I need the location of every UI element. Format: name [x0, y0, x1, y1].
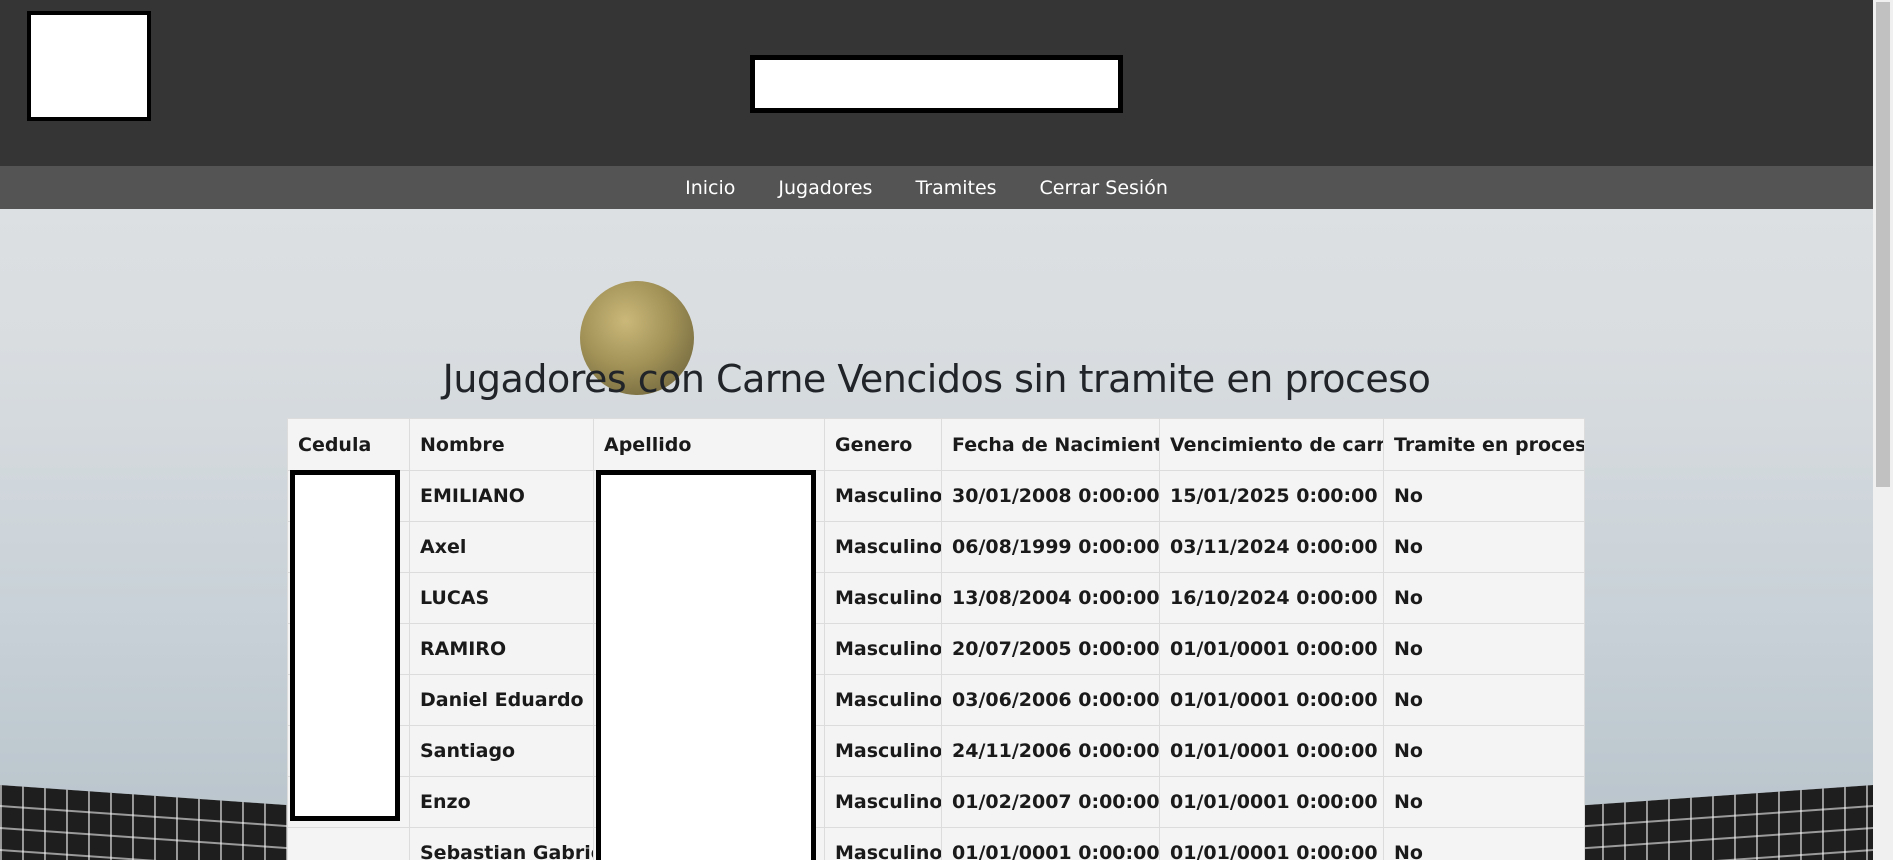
cell-nombre: Daniel Eduardo [409, 674, 594, 726]
cell-vencimiento: 16/10/2024 0:00:00 [1159, 572, 1384, 624]
table-row: Axel Masculino 06/08/1999 0:00:00 03/11/… [287, 521, 1585, 573]
cell-tramite: No [1383, 521, 1585, 573]
cell-nombre: Santiago [409, 725, 594, 777]
cell-fecha-nacimiento: 24/11/2006 0:00:00 [941, 725, 1160, 777]
table-row: RAMIRO Masculino 20/07/2005 0:00:00 01/0… [287, 623, 1585, 675]
cell-tramite: No [1383, 674, 1585, 726]
cell-fecha-nacimiento: 20/07/2005 0:00:00 [941, 623, 1160, 675]
column-header-genero: Genero [824, 418, 942, 471]
cell-genero: Masculino [824, 725, 942, 777]
cell-vencimiento: 01/01/0001 0:00:00 [1159, 623, 1384, 675]
cell-genero: Masculino [824, 470, 942, 522]
table-row: Enzo Masculino 01/02/2007 0:00:00 01/01/… [287, 776, 1585, 828]
cell-nombre: RAMIRO [409, 623, 594, 675]
cell-vencimiento: 03/11/2024 0:00:00 [1159, 521, 1384, 573]
redaction-box-cedula [290, 470, 400, 821]
table-row: Daniel Eduardo Masculino 03/06/2006 0:00… [287, 674, 1585, 726]
column-header-tramite: Tramite en proceso [1383, 418, 1585, 471]
cell-tramite: No [1383, 725, 1585, 777]
cell-nombre: EMILIANO [409, 470, 594, 522]
cell-genero: Masculino [824, 827, 942, 860]
cell-genero: Masculino [824, 572, 942, 624]
cell-tramite: No [1383, 827, 1585, 860]
cell-nombre: LUCAS [409, 572, 594, 624]
table-row: Sebastian Gabriel Masculino 01/01/0001 0… [287, 827, 1585, 860]
nav-link-cerrar-sesion[interactable]: Cerrar Sesión [1040, 177, 1168, 199]
nav-link-jugadores[interactable]: Jugadores [778, 177, 872, 199]
cell-tramite: No [1383, 623, 1585, 675]
navbar-items: Inicio Jugadores Tramites Cerrar Sesión [685, 177, 1168, 199]
cell-nombre: Enzo [409, 776, 594, 828]
cell-tramite: No [1383, 470, 1585, 522]
logo-redacted[interactable] [27, 11, 151, 121]
cell-vencimiento: 01/01/0001 0:00:00 [1159, 827, 1384, 860]
players-table-container: Cedula Nombre Apellido Genero Fecha de N… [287, 418, 1585, 860]
redaction-box-apellido [596, 470, 816, 860]
table-row: EMILIANO Masculino 30/01/2008 0:00:00 15… [287, 470, 1585, 522]
table-row: LUCAS Masculino 13/08/2004 0:00:00 16/10… [287, 572, 1585, 624]
nav-link-tramites[interactable]: Tramites [915, 177, 996, 199]
column-header-apellido: Apellido [593, 418, 825, 471]
scrollbar-thumb[interactable] [1876, 2, 1890, 487]
cell-genero: Masculino [824, 776, 942, 828]
site-title-redacted [750, 55, 1123, 113]
cell-fecha-nacimiento: 01/01/0001 0:00:00 [941, 827, 1160, 860]
page-title: Jugadores con Carne Vencidos sin tramite… [442, 357, 1431, 401]
cell-genero: Masculino [824, 521, 942, 573]
table-row: Santiago Masculino 24/11/2006 0:00:00 01… [287, 725, 1585, 777]
cell-fecha-nacimiento: 01/02/2007 0:00:00 [941, 776, 1160, 828]
cell-vencimiento: 01/01/0001 0:00:00 [1159, 776, 1384, 828]
cell-cedula [287, 827, 410, 860]
column-header-vencimiento: Vencimiento de carne [1159, 418, 1384, 471]
cell-genero: Masculino [824, 623, 942, 675]
cell-tramite: No [1383, 776, 1585, 828]
players-table: Cedula Nombre Apellido Genero Fecha de N… [287, 418, 1585, 860]
cell-vencimiento: 15/01/2025 0:00:00 [1159, 470, 1384, 522]
cell-tramite: No [1383, 572, 1585, 624]
cell-fecha-nacimiento: 13/08/2004 0:00:00 [941, 572, 1160, 624]
column-header-nombre: Nombre [409, 418, 594, 471]
column-header-cedula: Cedula [287, 418, 410, 471]
cell-genero: Masculino [824, 674, 942, 726]
net-image-right [1580, 785, 1873, 860]
cell-vencimiento: 01/01/0001 0:00:00 [1159, 725, 1384, 777]
cell-nombre: Axel [409, 521, 594, 573]
site-header [0, 0, 1873, 166]
cell-vencimiento: 01/01/0001 0:00:00 [1159, 674, 1384, 726]
column-header-fecha-nacimiento: Fecha de Nacimiento [941, 418, 1160, 471]
cell-fecha-nacimiento: 06/08/1999 0:00:00 [941, 521, 1160, 573]
page: Inicio Jugadores Tramites Cerrar Sesión … [0, 0, 1893, 860]
cell-nombre: Sebastian Gabriel [409, 827, 594, 860]
nav-link-inicio[interactable]: Inicio [685, 177, 735, 199]
net-image-left [0, 785, 290, 860]
cell-fecha-nacimiento: 03/06/2006 0:00:00 [941, 674, 1160, 726]
main-navbar: Inicio Jugadores Tramites Cerrar Sesión [0, 166, 1873, 209]
cell-fecha-nacimiento: 30/01/2008 0:00:00 [941, 470, 1160, 522]
table-header-row: Cedula Nombre Apellido Genero Fecha de N… [287, 418, 1585, 471]
